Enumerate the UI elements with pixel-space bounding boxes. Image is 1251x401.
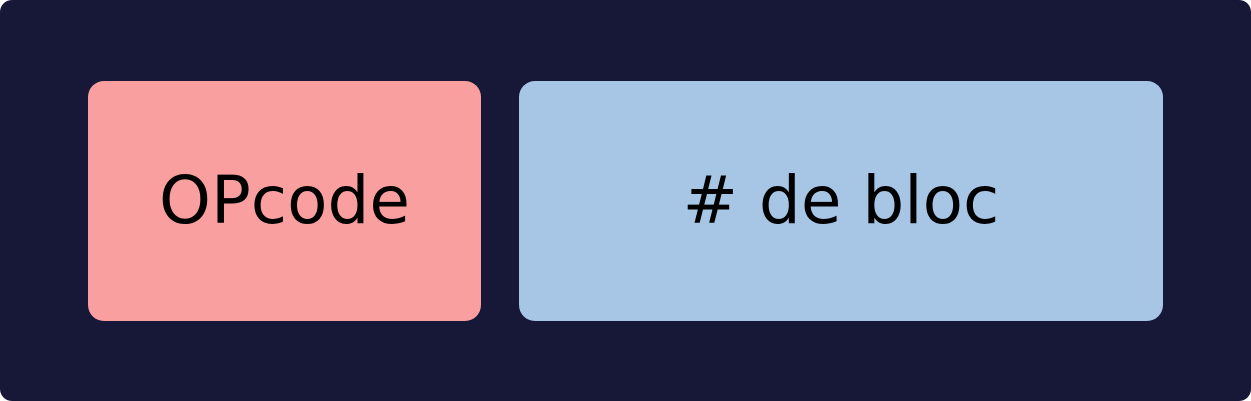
opcode-field: OPcode [88,81,481,321]
block-number-field: # de bloc [519,81,1163,321]
block-number-field-label: # de bloc [682,162,1000,239]
instruction-format-diagram: OPcode # de bloc [0,0,1251,401]
opcode-field-label: OPcode [159,162,410,239]
